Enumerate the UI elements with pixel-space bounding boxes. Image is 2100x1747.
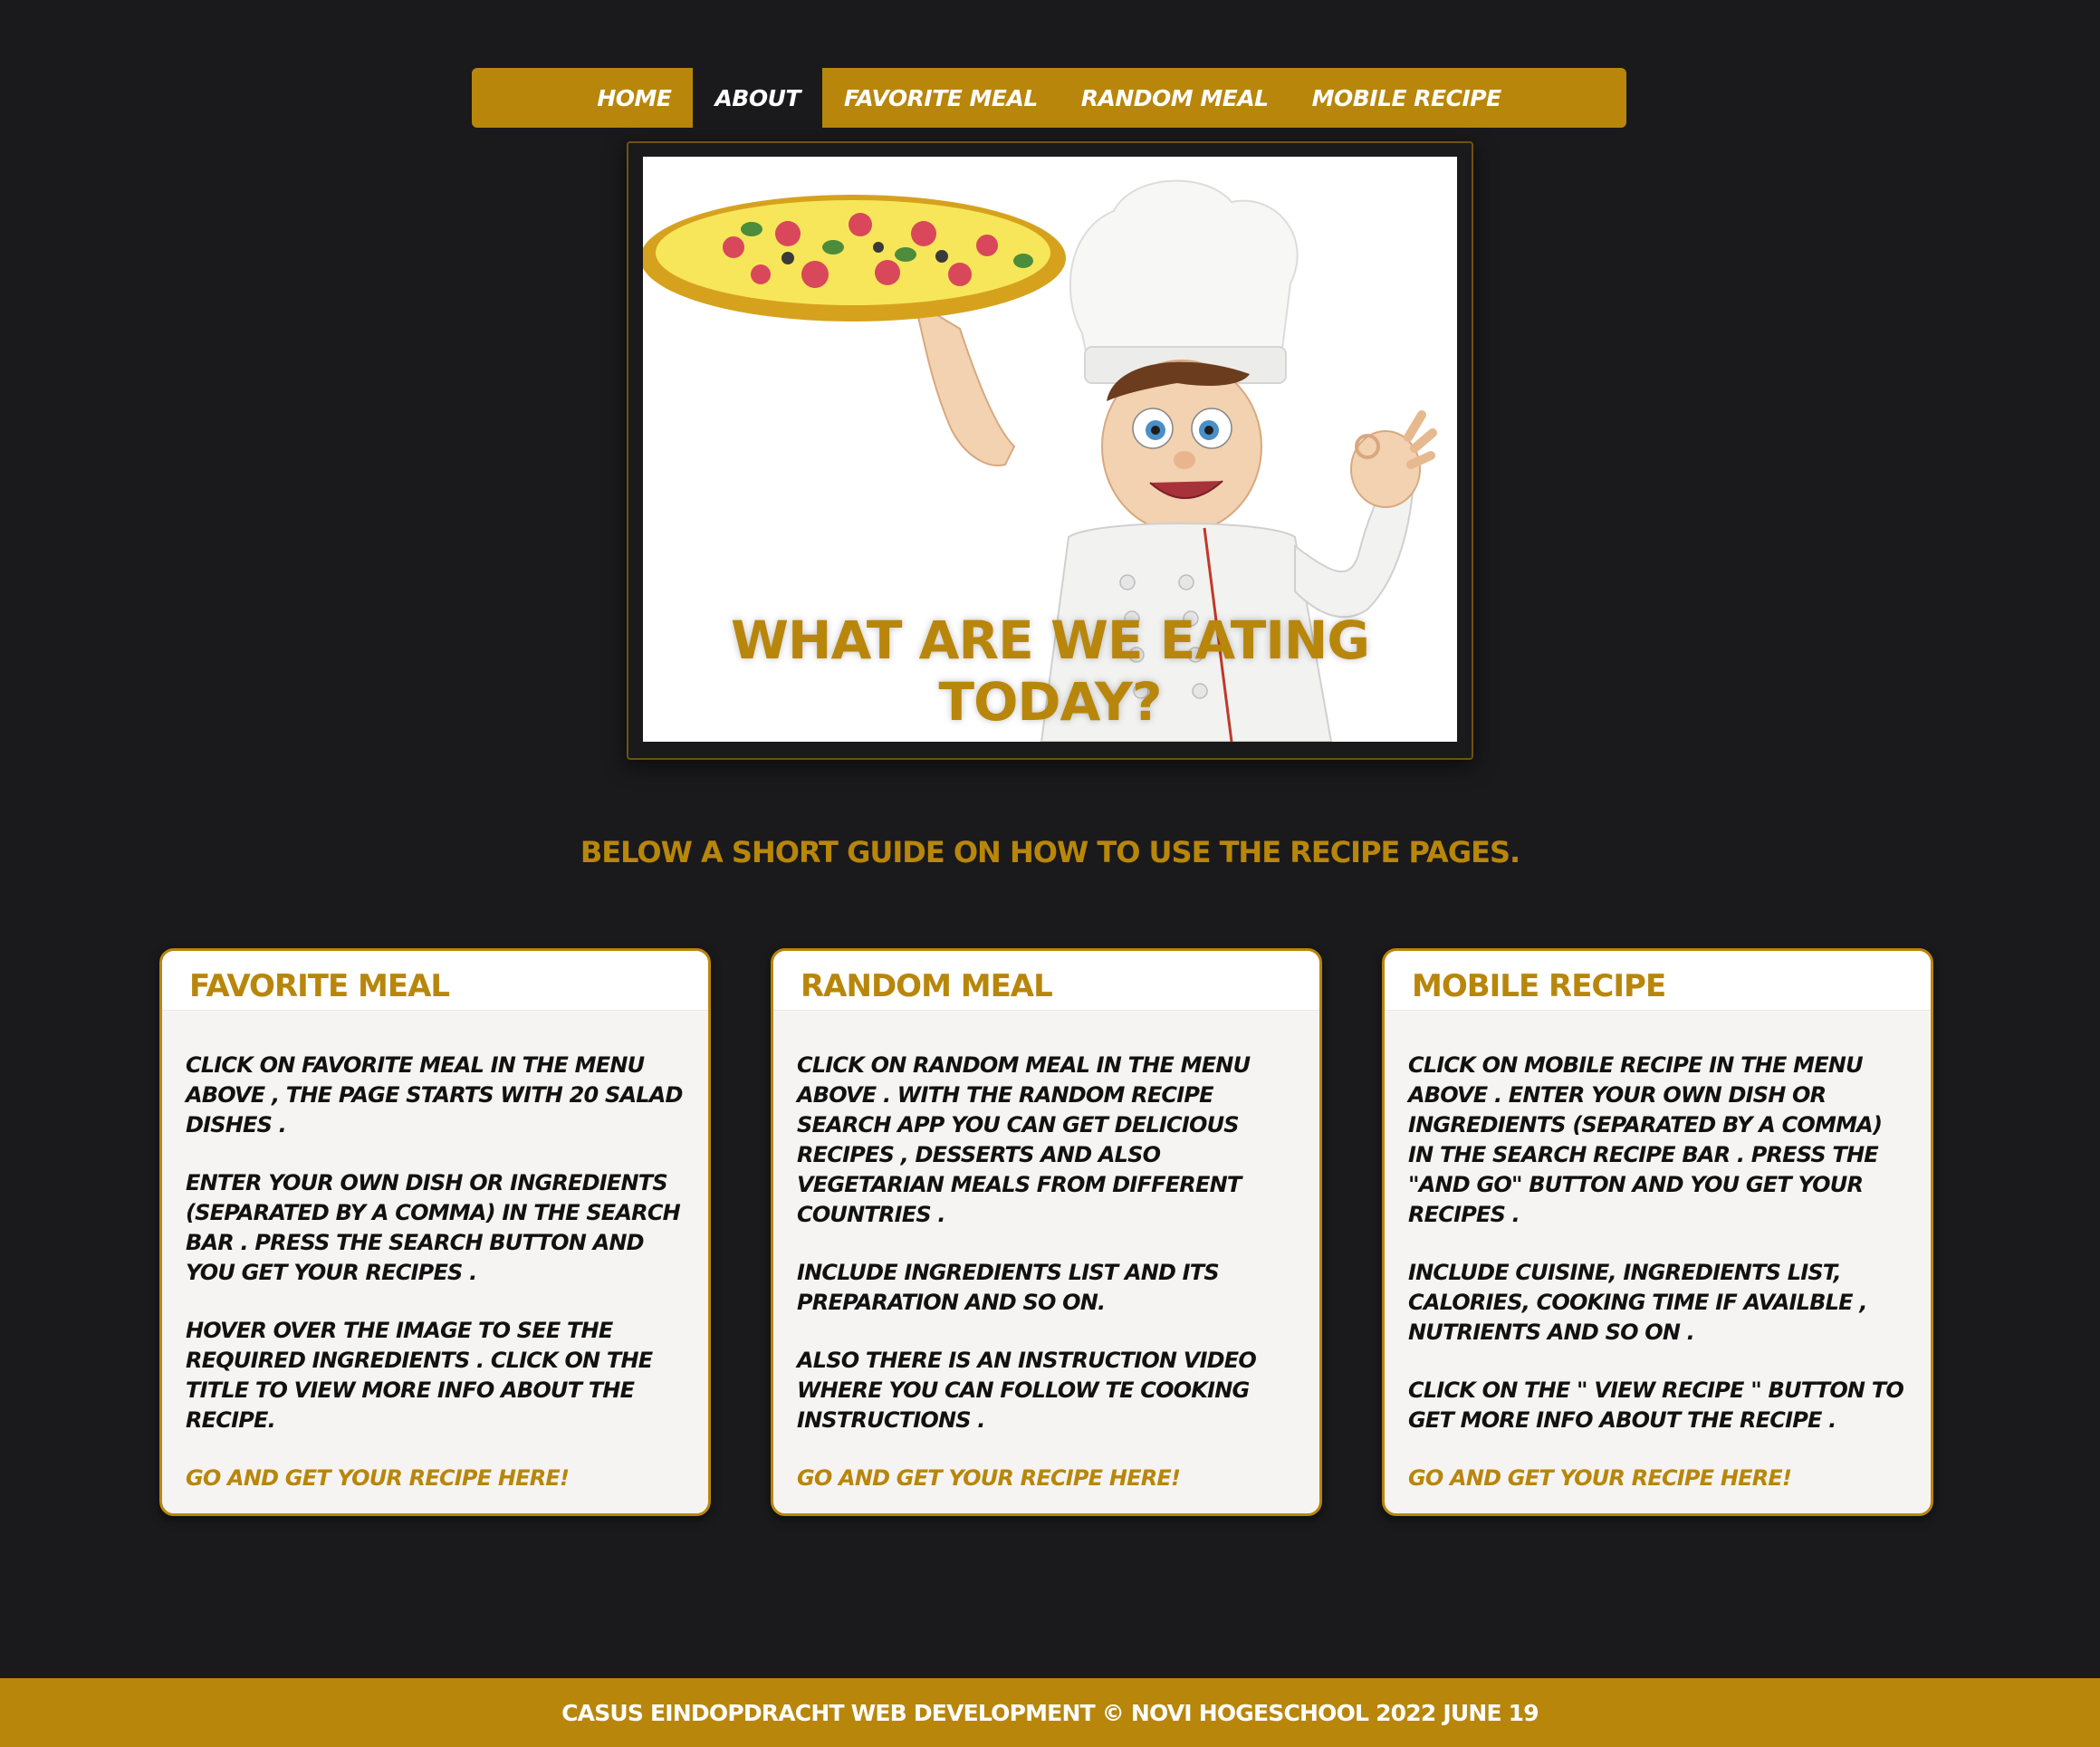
card-paragraph: ENTER YOUR OWN DISH OR INGREDIENTS (SEPA… (186, 1170, 681, 1285)
hero-caption: WHAT ARE WE EATING TODAY? (730, 610, 1370, 733)
card-paragraph: CLICK ON MOBILE RECIPE IN THE MENU ABOVE… (1408, 1052, 1883, 1227)
card-paragraph: CLICK ON FAVORITE MEAL IN THE MENU ABOVE… (186, 1052, 683, 1137)
card-paragraph: INCLUDE CUISINE, INGREDIENTS LIST, CALOR… (1408, 1260, 1867, 1345)
main-navbar: HOME ABOUT FAVORITE MEAL RANDOM MEAL MOB… (472, 68, 1626, 128)
card-header: MOBILE RECIPE (1385, 951, 1931, 1011)
nav-item-mobile-recipe[interactable]: MOBILE RECIPE (1290, 68, 1523, 128)
nav-item-home[interactable]: HOME (575, 68, 693, 128)
recipe-link[interactable]: GO AND GET YOUR RECIPE HERE! (797, 1464, 1298, 1493)
card-favorite-meal: FAVORITE MEAL CLICK ON FAVORITE MEAL IN … (159, 948, 711, 1516)
card-paragraph: CLICK ON THE " VIEW RECIPE " BUTTON TO G… (1408, 1377, 1904, 1433)
nav-item-favorite-meal[interactable]: FAVORITE MEAL (822, 68, 1060, 128)
card-header: RANDOM MEAL (773, 951, 1319, 1011)
card-body: CLICK ON MOBILE RECIPE IN THE MENU ABOVE… (1385, 1011, 1931, 1513)
recipe-link[interactable]: GO AND GET YOUR RECIPE HERE! (186, 1464, 686, 1493)
guide-heading: BELOW A SHORT GUIDE ON HOW TO USE THE RE… (580, 835, 1520, 869)
card-paragraph: ALSO THERE IS AN INSTRUCTION VIDEO WHERE… (797, 1348, 1257, 1433)
chef-pizza-image: WHAT ARE WE EATING TODAY? (643, 157, 1457, 742)
card-mobile-recipe: MOBILE RECIPE CLICK ON MOBILE RECIPE IN … (1382, 948, 1933, 1516)
pizza-shape (643, 195, 1066, 322)
card-paragraph: CLICK ON RANDOM MEAL IN THE MENU ABOVE .… (797, 1052, 1251, 1227)
card-title: RANDOM MEAL (801, 968, 1053, 1004)
footer-text: CASUS EINDOPDRACHT WEB DEVELOPMENT © NOV… (561, 1699, 1539, 1726)
recipe-link[interactable]: GO AND GET YOUR RECIPE HERE! (1408, 1464, 1909, 1493)
card-title: MOBILE RECIPE (1412, 968, 1666, 1004)
card-random-meal: RANDOM MEAL CLICK ON RANDOM MEAL IN THE … (771, 948, 1322, 1516)
hero-frame: WHAT ARE WE EATING TODAY? (627, 141, 1473, 760)
nav-item-random-meal[interactable]: RANDOM MEAL (1060, 68, 1290, 128)
card-paragraph: INCLUDE INGREDIENTS LIST AND ITS PREPARA… (797, 1260, 1220, 1315)
card-paragraph: HOVER OVER THE IMAGE TO SEE THE REQUIRED… (186, 1318, 653, 1433)
nav-item-about[interactable]: ABOUT (693, 68, 822, 128)
card-header: FAVORITE MEAL (162, 951, 708, 1011)
page-footer: CASUS EINDOPDRACHT WEB DEVELOPMENT © NOV… (0, 1678, 2100, 1747)
card-title: FAVORITE MEAL (189, 968, 450, 1004)
card-body: CLICK ON RANDOM MEAL IN THE MENU ABOVE .… (773, 1011, 1319, 1513)
card-body: CLICK ON FAVORITE MEAL IN THE MENU ABOVE… (162, 1011, 708, 1513)
